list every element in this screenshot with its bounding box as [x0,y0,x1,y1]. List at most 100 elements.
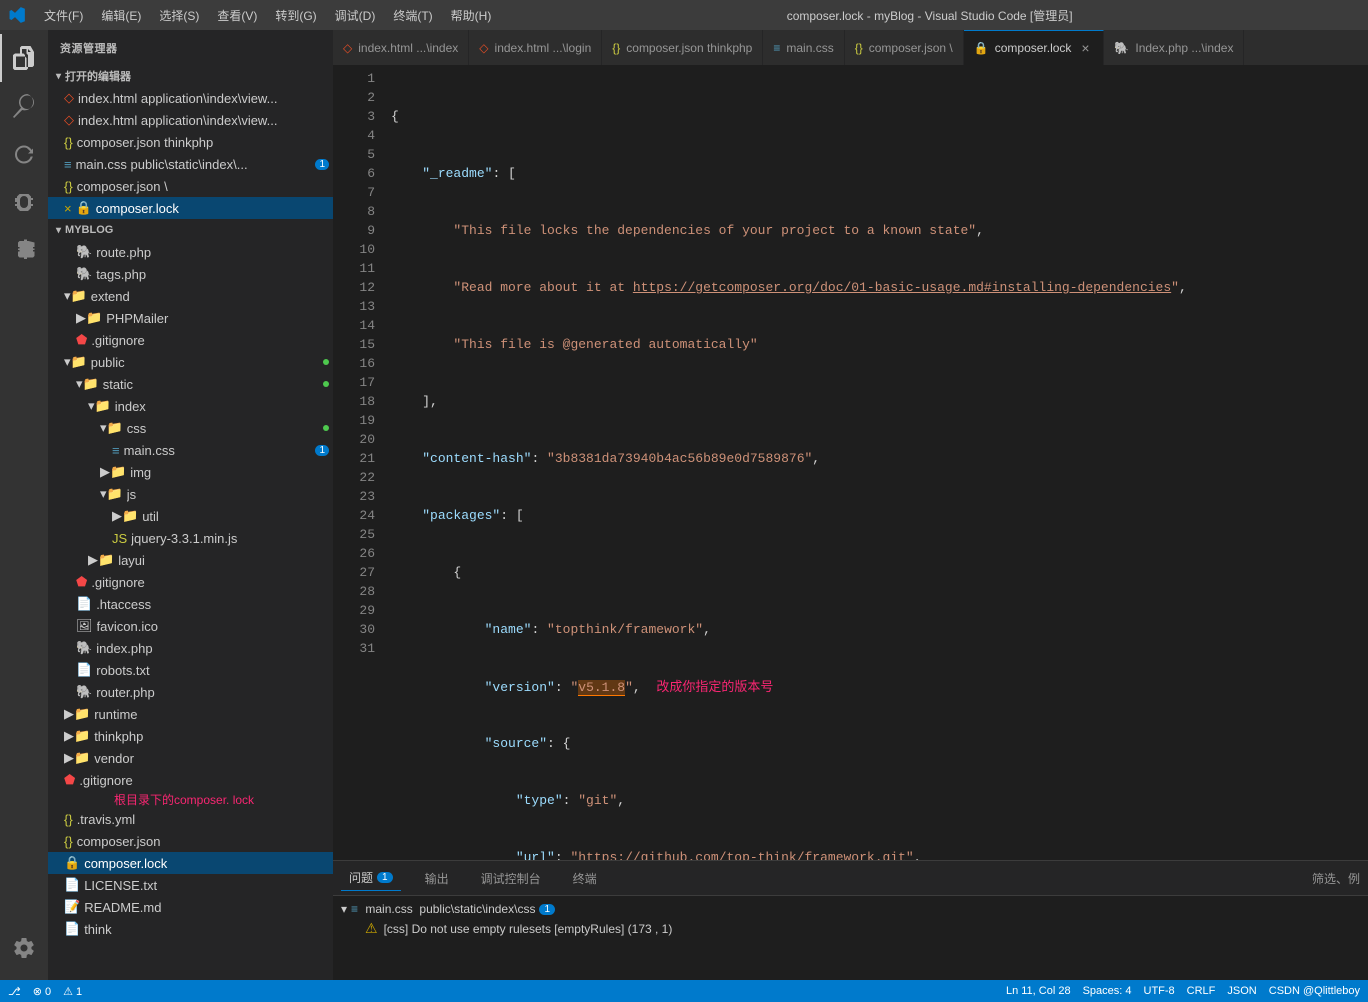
activity-search[interactable] [0,82,48,130]
activity-settings[interactable] [0,924,48,972]
tab-composer-json-thinkphp[interactable]: {} composer.json thinkphp [602,30,763,65]
tree-license-txt[interactable]: 📄 LICENSE.txt [48,874,333,896]
tree-readme-md[interactable]: 📝 README.md [48,896,333,918]
panel-tab-output[interactable]: 输出 [417,866,457,891]
tab-main-css[interactable]: ≡ main.css [763,30,844,65]
tree-gitignore-root[interactable]: ⬟ .gitignore [48,769,333,791]
activity-files[interactable] [0,34,48,82]
menu-help[interactable]: 帮助(H) [443,5,500,26]
status-line-ending[interactable]: CRLF [1187,985,1216,997]
status-errors[interactable]: ⊗ 0 [33,985,51,998]
status-git[interactable]: ⎇ [8,985,21,998]
tree-public-folder[interactable]: ▾ 📁 public [48,351,333,373]
tree-travis-yml[interactable]: {} .travis.yml [48,808,333,830]
status-warnings[interactable]: ⚠ 1 [63,985,82,998]
folder-name: thinkphp [94,729,333,744]
status-language[interactable]: JSON [1227,985,1256,997]
tree-think[interactable]: 📄 think [48,918,333,940]
folder-arrow: ▶ [112,508,122,524]
status-spaces[interactable]: Spaces: 4 [1083,985,1132,997]
tree-phpmailer-folder[interactable]: ▶ 📁 PHPMailer [48,307,333,329]
line-numbers: 12345 678910 1112131415 1617181920 21222… [333,65,383,860]
folder-name: js [127,487,333,502]
activity-extensions[interactable] [0,226,48,274]
panel-tab-debug-console[interactable]: 调试控制台 [473,866,549,891]
problem-count-badge: 1 [377,872,393,883]
tree-favicon[interactable]: 🖼 favicon.ico [48,615,333,637]
tree-composer-lock-root[interactable]: 🔒 composer.lock [48,852,333,874]
tree-js-folder[interactable]: ▾ 📁 js [48,483,333,505]
tree-runtime-folder[interactable]: ▶ 📁 runtime [48,703,333,725]
tab-composer-lock[interactable]: 🔒 composer.lock × [964,30,1105,65]
problem-file-main-css[interactable]: ▾ ≡ main.css public\static\index\css 1 [341,900,1360,918]
folder-arrow: ▶ [88,552,98,568]
folder-icon: 📁 [86,310,102,326]
opened-editors-header[interactable]: ▾ 打开的编辑器 [48,65,333,87]
tab-index-html-index[interactable]: ◇ index.html ...\index [333,30,469,65]
lock-icon: 🔒 [64,855,80,871]
tree-vendor-folder[interactable]: ▶ 📁 vendor [48,747,333,769]
tree-util-folder[interactable]: ▶ 📁 util [48,505,333,527]
activity-bar [0,30,48,980]
open-file-index-html-1[interactable]: ◇ index.html application\index\view... [48,87,333,109]
open-file-composer-json[interactable]: {} composer.json \ [48,175,333,197]
status-position[interactable]: Ln 11, Col 28 [1006,985,1071,997]
tree-main-css[interactable]: ≡ main.css 1 [48,439,333,461]
tree-gitignore-public[interactable]: ⬟ .gitignore [48,571,333,593]
file-name: .travis.yml [77,812,333,827]
activity-git[interactable] [0,130,48,178]
tree-css-folder[interactable]: ▾ 📁 css [48,417,333,439]
menu-view[interactable]: 查看(V) [209,5,265,26]
folder-name: extend [91,289,333,304]
open-file-main-css[interactable]: ≡ main.css public\static\index\... 1 [48,153,333,175]
open-file-composer-json-thinkphp[interactable]: {} composer.json thinkphp [48,131,333,153]
menu-edit[interactable]: 编辑(E) [93,5,149,26]
tree-tags-php[interactable]: 🐘 tags.php [48,263,333,285]
menu-debug[interactable]: 调试(D) [327,5,384,26]
tree-gitignore-extend[interactable]: ⬟ .gitignore [48,329,333,351]
activity-debug[interactable] [0,178,48,226]
menu-file[interactable]: 文件(F) [36,5,91,26]
folder-name: static [103,377,323,392]
tree-thinkphp-folder[interactable]: ▶ 📁 thinkphp [48,725,333,747]
status-encoding[interactable]: UTF-8 [1144,985,1175,997]
menu-bar[interactable]: 文件(F) 编辑(E) 选择(S) 查看(V) 转到(G) 调试(D) 终端(T… [36,5,499,26]
menu-goto[interactable]: 转到(G) [267,5,324,26]
tab-composer-json-root[interactable]: {} composer.json \ [845,30,964,65]
code-content[interactable]: { "_readme": [ "This file locks the depe… [383,65,1368,860]
sidebar-content[interactable]: ▾ 打开的编辑器 ◇ index.html application\index\… [48,65,333,980]
root-annotation-area: 根目录下的composer. lock [64,791,333,808]
tree-robots-txt[interactable]: 📄 robots.txt [48,659,333,681]
open-file-composer-lock[interactable]: × 🔒 composer.lock [48,197,333,219]
panel-tab-problems[interactable]: 问题 1 [341,865,401,891]
tab-index-php[interactable]: 🐘 Index.php ...\index [1104,30,1244,65]
sidebar-header: 资源管理器 [48,30,333,65]
tree-img-folder[interactable]: ▶ 📁 img [48,461,333,483]
folder-arrow: ▶ [76,310,86,326]
css-icon: ≡ [351,902,358,916]
file-name: LICENSE.txt [84,878,333,893]
problem-item-1[interactable]: ⚠ [css] Do not use empty rulesets [empty… [341,918,1360,939]
css-tab-icon: ≡ [773,41,780,55]
tree-index-php[interactable]: 🐘 index.php [48,637,333,659]
tree-index-folder[interactable]: ▾ 📁 index [48,395,333,417]
tree-router-php[interactable]: 🐘 router.php [48,681,333,703]
tree-extend-folder[interactable]: ▾ 📁 extend [48,285,333,307]
tree-composer-json-root[interactable]: {} composer.json [48,830,333,852]
tab-close-button[interactable]: × [1077,40,1093,56]
tree-htaccess[interactable]: 📄 .htaccess [48,593,333,615]
tree-jquery-js[interactable]: JS jquery-3.3.1.min.js [48,527,333,549]
folder-arrow: ▶ [100,464,110,480]
menu-select[interactable]: 选择(S) [151,5,207,26]
panel-tab-terminal[interactable]: 终端 [565,866,605,891]
tab-index-html-login[interactable]: ◇ index.html ...\login [469,30,602,65]
tree-layui-folder[interactable]: ▶ 📁 layui [48,549,333,571]
open-file-index-html-2[interactable]: ◇ index.html application\index\view... [48,109,333,131]
tree-route-php[interactable]: 🐘 route.php [48,241,333,263]
myblog-header[interactable]: ▾ MYBLOG [48,219,333,241]
menu-terminal[interactable]: 终端(T) [385,5,440,26]
css-icon: ≡ [64,157,72,172]
tree-static-folder[interactable]: ▾ 📁 static [48,373,333,395]
php-icon: 🐘 [76,684,92,700]
editor[interactable]: 12345 678910 1112131415 1617181920 21222… [333,65,1368,860]
